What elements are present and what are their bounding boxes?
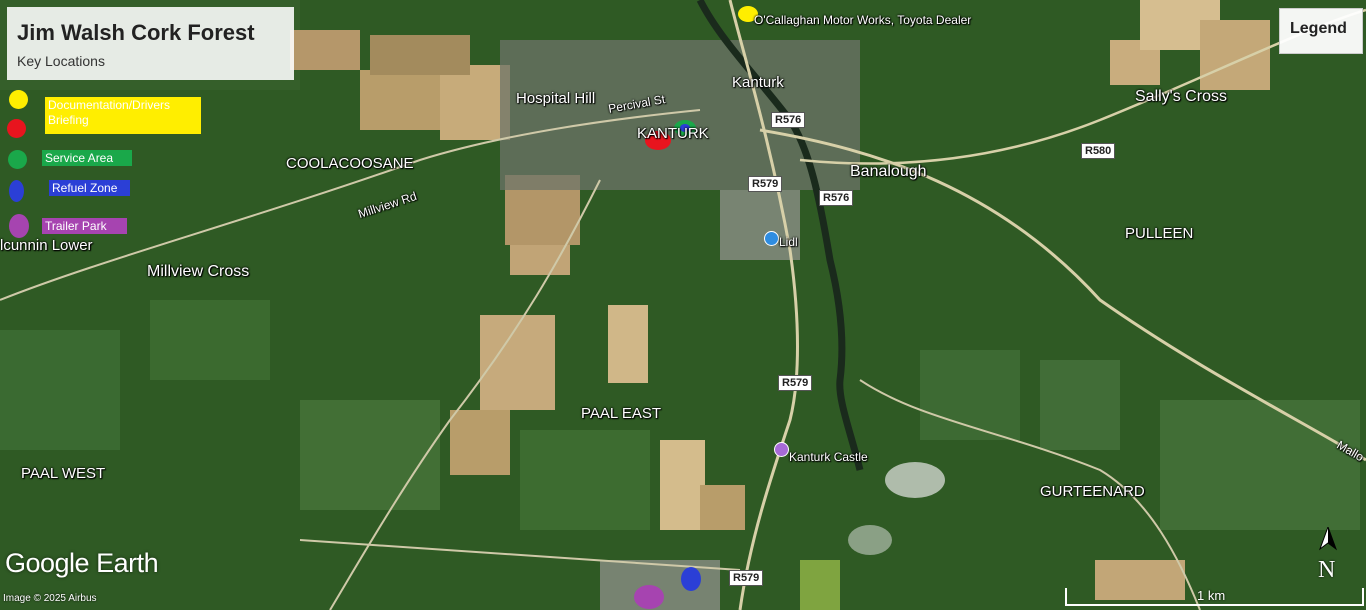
place-label-sallys-cross: Sally's Cross [1135,88,1227,105]
place-label-pulleen: PULLEEN [1125,225,1194,242]
refuel-zone-marker[interactable] [681,567,701,591]
shopping-icon[interactable] [764,231,779,246]
legend-label-service-area: Service Area [42,150,132,166]
legend-button-label: Legend [1290,20,1347,37]
place-label-banalough: Banalough [850,163,927,180]
place-label-kanturk: Kanturk [732,74,784,91]
road-shield-r579-bottom: R579 [729,570,764,586]
legend-button[interactable]: Legend [1279,8,1363,54]
road-shield-r580: R580 [1081,143,1116,159]
imagery-credit: Image © 2025 Airbus [3,593,97,604]
landmark-icon[interactable] [774,442,789,457]
road-shield-r579-town: R579 [748,176,783,192]
scale-label: 1 km [1197,588,1226,603]
legend-label-refuel-zone: Refuel Zone [49,180,130,196]
legend-label-documentation: Documentation/Drivers Briefing [45,97,201,134]
place-label-kanturk-town: KANTURK [637,125,709,142]
place-label-cunnin-lower: lcunnin Lower [0,237,93,254]
place-label-coolacoosane: COOLACOOSANE [286,155,414,172]
place-label-paal-east: PAAL EAST [581,405,662,422]
legend-yellow-marker [9,90,28,109]
trailer-park-marker[interactable] [634,585,664,609]
poi-label-lidl: Lidl [779,235,798,249]
place-label-hospital-hill: Hospital Hill [516,90,596,107]
road-shield-r579-south: R579 [778,375,813,391]
legend-purple-marker [9,214,29,238]
poi-label-kanturk-castle: Kanturk Castle [789,450,868,464]
title-panel: Jim Walsh Cork Forest Key Locations [7,7,294,80]
legend-blue-marker [9,180,24,202]
place-label-millview-cross: Millview Cross [147,263,250,280]
north-arrow-icon[interactable]: N [1316,525,1340,583]
legend-red-marker [7,119,26,138]
google-earth-logo: Google Earth [5,548,159,578]
place-label-paal-west: PAAL WEST [21,465,106,482]
map-subtitle: Key Locations [17,53,105,69]
legend-label-trailer-park: Trailer Park [42,218,127,234]
road-shield-r576-north: R576 [771,112,806,128]
legend-green-marker [8,150,27,169]
map-title: Jim Walsh Cork Forest [17,20,255,45]
place-label-gurteenard: GURTEENARD [1040,483,1145,500]
north-label: N [1318,557,1336,583]
road-shield-r576-east: R576 [819,190,854,206]
place-label-toyota: O'Callaghan Motor Works, Toyota Dealer [754,13,972,27]
